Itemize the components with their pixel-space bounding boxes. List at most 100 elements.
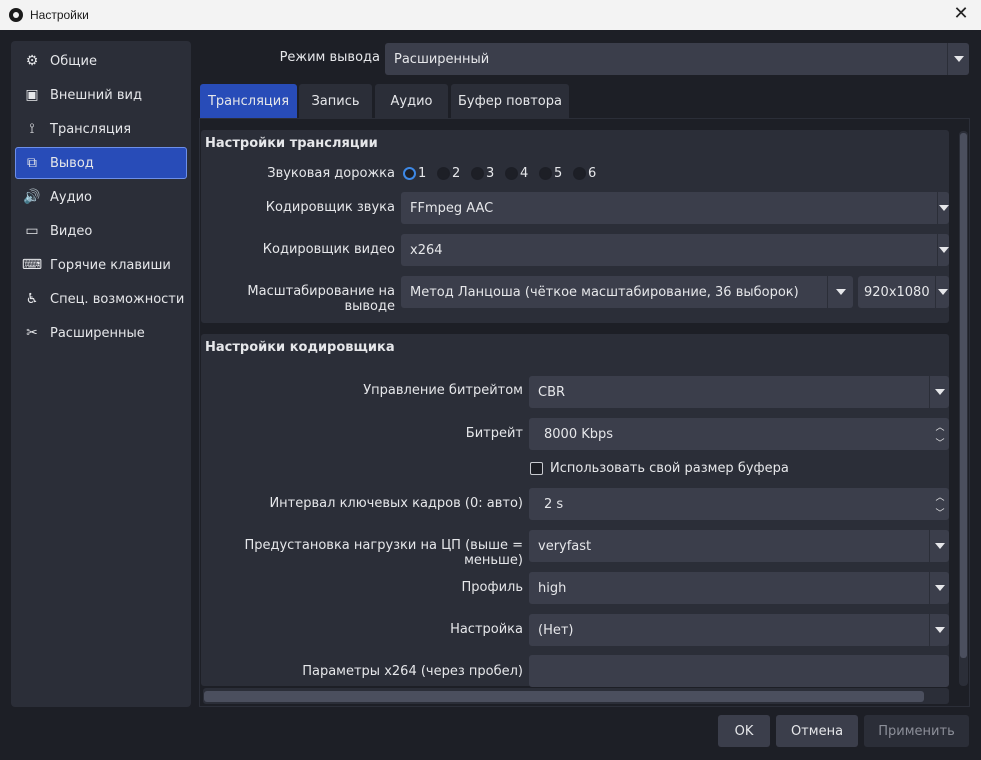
chevron-up-icon[interactable]: ︿ [931, 418, 949, 434]
output-icon: ⧉ [27, 155, 37, 171]
profile-label: Профиль [461, 580, 523, 595]
title-bar: Настройки ✕ [0, 0, 981, 30]
audio-track-radio-label: 1 [418, 166, 427, 181]
broadcast-icon: ⟟ [29, 121, 35, 137]
rescale-resolution-value: 920x1080 [864, 284, 930, 300]
gear-icon: ⚙ [25, 53, 39, 69]
monitor-icon: ▭ [25, 223, 39, 239]
cancel-button[interactable]: Отмена [776, 715, 858, 747]
sidebar-item-label: Внешний вид [50, 87, 142, 103]
audio-track-radio-label: 4 [520, 166, 529, 181]
rescale-method-value: Метод Ланцоша (чёткое масштабирование, 3… [410, 284, 799, 300]
output-mode-value: Расширенный [394, 51, 490, 67]
bitrate-spinbox[interactable]: 8000 Kbps ︿ ﹀ [529, 418, 949, 450]
output-mode-select[interactable]: Расширенный [385, 43, 969, 75]
video-encoder-value: x264 [410, 242, 443, 258]
vertical-scrollbar[interactable] [959, 131, 968, 686]
keyboard-icon: ⌨ [21, 257, 43, 273]
rescale-label: Масштабирование на выводе [247, 284, 395, 314]
tab-stream[interactable]: Трансляция [200, 84, 297, 118]
sidebar-item-hotkeys[interactable]: ⌨ Горячие клавиши [15, 249, 187, 281]
chevron-up-icon[interactable]: ︿ [931, 488, 949, 504]
chevron-down-icon[interactable] [827, 276, 853, 308]
audio-track-label: Звуковая дорожка [267, 166, 395, 181]
chevron-down-icon[interactable]: ﹀ [931, 504, 949, 520]
sidebar-item-label: Спец. возможности [50, 291, 185, 307]
custom-buffer-label: Использовать свой размер буфера [550, 461, 789, 476]
rescale-resolution-select[interactable]: 920x1080 [858, 276, 949, 308]
sidebar-item-label: Вывод [50, 155, 94, 171]
audio-track-radio-label: 5 [554, 166, 563, 181]
sidebar-item-output[interactable]: ⧉ Вывод [15, 147, 187, 179]
close-icon[interactable]: ✕ [951, 4, 971, 24]
apply-button[interactable]: Применить [864, 715, 969, 747]
accessibility-icon: ♿ [25, 291, 39, 307]
audio-encoder-label: Кодировщик звука [265, 200, 395, 215]
audio-encoder-value: FFmpeg AAC [410, 200, 494, 216]
rescale-method-select[interactable]: Метод Ланцоша (чёткое масштабирование, 3… [401, 276, 853, 308]
keyframe-interval-value: 2 s [544, 496, 564, 512]
custom-buffer-checkbox[interactable] [530, 462, 543, 475]
cpu-preset-label: Предустановка нагрузки на ЦП (выше = мен… [244, 538, 523, 568]
profile-select[interactable]: high [529, 572, 949, 604]
chevron-down-icon[interactable] [935, 276, 949, 308]
rate-control-label: Управление битрейтом [363, 383, 523, 398]
keyframe-interval-label: Интервал ключевых кадров (0: авто) [269, 496, 523, 511]
chevron-down-icon[interactable] [947, 43, 969, 75]
scrollbar-thumb[interactable] [204, 691, 924, 702]
cpu-preset-select[interactable]: veryfast [529, 530, 949, 562]
cpu-preset-value: veryfast [538, 538, 592, 554]
appearance-icon: ▣ [25, 87, 39, 103]
sidebar-item-stream[interactable]: ⟟ Трансляция [15, 113, 187, 145]
tab-replay-buffer[interactable]: Буфер повтора [451, 84, 569, 118]
audio-track-radio-label: 3 [486, 166, 495, 181]
chevron-down-icon[interactable] [929, 376, 949, 408]
speaker-icon: 🔊 [23, 189, 41, 205]
keyframe-interval-spinbox[interactable]: 2 s ︿ ﹀ [529, 488, 949, 520]
sidebar-item-general[interactable]: ⚙ Общие [15, 45, 187, 77]
output-mode-label: Режим вывода [279, 50, 380, 65]
audio-track-radio-2[interactable] [437, 167, 450, 180]
video-encoder-select[interactable]: x264 [401, 234, 949, 266]
x264-options-input[interactable] [529, 655, 949, 687]
encoder-settings-title: Настройки кодировщика [205, 340, 395, 355]
settings-sidebar: ⚙ Общие ▣ Внешний вид ⟟ Трансляция ⧉ Выв… [11, 41, 191, 707]
audio-track-radio-6[interactable] [573, 167, 586, 180]
scrollbar-thumb[interactable] [960, 133, 967, 658]
ok-button[interactable]: OK [718, 715, 770, 747]
audio-track-radio-label: 6 [588, 166, 597, 181]
audio-track-radio-3[interactable] [471, 167, 484, 180]
chevron-down-icon[interactable]: ﹀ [931, 434, 949, 450]
chevron-down-icon[interactable] [929, 572, 949, 604]
sidebar-item-video[interactable]: ▭ Видео [15, 215, 187, 247]
tune-value: (Нет) [538, 622, 574, 638]
sidebar-item-label: Общие [50, 53, 97, 69]
audio-track-radio-4[interactable] [505, 167, 518, 180]
tab-recording[interactable]: Запись [299, 84, 372, 118]
tune-label: Настройка [450, 622, 523, 637]
sidebar-item-label: Видео [50, 223, 93, 239]
rate-control-select[interactable]: CBR [529, 376, 949, 408]
obs-logo-icon [9, 8, 23, 22]
tune-select[interactable]: (Нет) [529, 614, 949, 646]
horizontal-scrollbar[interactable] [203, 688, 949, 704]
sidebar-item-label: Аудио [50, 189, 92, 205]
chevron-down-icon[interactable] [937, 192, 949, 224]
sidebar-item-appearance[interactable]: ▣ Внешний вид [15, 79, 187, 111]
sidebar-item-label: Трансляция [50, 121, 132, 137]
audio-track-radio-label: 2 [452, 166, 461, 181]
bitrate-value: 8000 Kbps [544, 426, 614, 442]
chevron-down-icon[interactable] [937, 234, 949, 266]
audio-track-radio-5[interactable] [539, 167, 552, 180]
sidebar-item-advanced[interactable]: ✂ Расширенные [15, 317, 187, 349]
profile-value: high [538, 580, 567, 596]
chevron-down-icon[interactable] [929, 614, 949, 646]
chevron-down-icon[interactable] [929, 530, 949, 562]
tab-audio[interactable]: Аудио [375, 84, 448, 118]
sidebar-item-audio[interactable]: 🔊 Аудио [15, 181, 187, 213]
tools-icon: ✂ [26, 325, 38, 341]
rate-control-value: CBR [538, 384, 566, 400]
audio-track-radio-1[interactable] [403, 167, 416, 180]
sidebar-item-accessibility[interactable]: ♿ Спец. возможности [15, 283, 187, 315]
audio-encoder-select[interactable]: FFmpeg AAC [401, 192, 949, 224]
